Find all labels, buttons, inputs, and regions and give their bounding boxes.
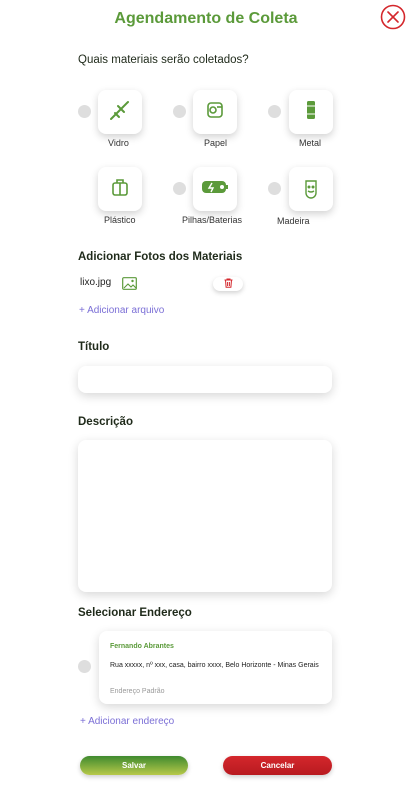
radio-madeira[interactable] — [268, 182, 281, 195]
material-label-metal: Metal — [299, 138, 322, 148]
image-icon — [122, 277, 137, 290]
plastic-bag-icon — [108, 175, 132, 204]
material-label-pilhas: Pilhas/Baterias — [182, 215, 243, 225]
radio-pilhas[interactable] — [173, 182, 186, 195]
address-heading: Selecionar Endereço — [78, 607, 192, 619]
material-tile-papel[interactable] — [193, 90, 237, 134]
radio-vidro[interactable] — [78, 105, 91, 118]
add-address-link[interactable]: + Adicionar endereço — [80, 716, 174, 727]
battery-icon — [200, 175, 230, 204]
cancel-button[interactable]: Cancelar — [223, 756, 332, 775]
paper-roll-icon — [203, 98, 227, 127]
photos-heading: Adicionar Fotos dos Materiais — [78, 251, 243, 263]
material-label-plastico: Plástico — [104, 215, 136, 225]
title-input[interactable] — [78, 366, 332, 393]
address-tag: Endereço Padrão — [110, 688, 165, 695]
radio-papel[interactable] — [173, 105, 186, 118]
file-name: lixo.jpg — [80, 277, 112, 288]
material-tile-plastico[interactable] — [98, 167, 142, 211]
description-label: Descrição — [78, 416, 133, 428]
material-label-vidro: Vidro — [108, 138, 129, 148]
close-icon[interactable] — [380, 4, 406, 30]
add-file-link[interactable]: + Adicionar arquivo — [79, 305, 164, 316]
radio-metal[interactable] — [268, 105, 281, 118]
description-textarea[interactable] — [78, 440, 332, 592]
wood-icon — [299, 175, 323, 204]
trash-icon — [224, 275, 233, 293]
material-tile-vidro[interactable] — [98, 90, 142, 134]
materials-question: Quais materiais serão coletados? — [78, 54, 249, 66]
material-tile-pilhas[interactable] — [193, 167, 237, 211]
metal-can-icon — [299, 98, 323, 127]
address-line: Rua xxxxx, nº xxx, casa, bairro xxxx, Be… — [110, 662, 319, 669]
page-title: Agendamento de Coleta — [114, 10, 298, 27]
address-card[interactable]: Fernando Abrantes Rua xxxxx, nº xxx, cas… — [99, 631, 332, 704]
title-label: Título — [78, 341, 110, 353]
material-label-madeira: Madeira — [277, 216, 310, 226]
material-tile-metal[interactable] — [289, 90, 333, 134]
material-label-papel: Papel — [204, 138, 228, 148]
address-name: Fernando Abrantes — [110, 643, 174, 650]
radio-address[interactable] — [78, 660, 91, 673]
glass-bottle-icon — [107, 97, 133, 128]
delete-file-button[interactable] — [213, 277, 243, 291]
material-tile-madeira[interactable] — [289, 167, 333, 211]
save-button[interactable]: Salvar — [80, 756, 188, 775]
